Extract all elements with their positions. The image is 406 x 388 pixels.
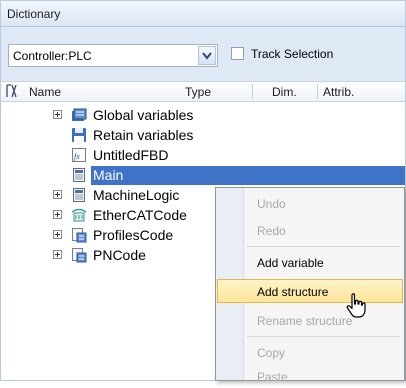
- menu-item-redo[interactable]: Redo: [217, 218, 403, 242]
- tree-item-global-variables[interactable]: Global variables: [1, 106, 405, 125]
- tree-item-label: Retain variables: [93, 127, 194, 143]
- selection-highlight: [91, 166, 405, 185]
- menu-separator: [247, 246, 400, 247]
- program-icon: [73, 168, 85, 182]
- column-header-name[interactable]: Name: [29, 85, 61, 99]
- menu-item-add-structure[interactable]: Add structure: [217, 279, 403, 303]
- track-selection-label: Track Selection: [251, 47, 334, 61]
- program-icon: [73, 188, 85, 202]
- menu-item-label: Add variable: [257, 256, 324, 270]
- dropdown-button[interactable]: [198, 46, 216, 65]
- toolbar: Controller:PLC Track Selection: [1, 27, 405, 81]
- ethercat-icon: [71, 208, 87, 222]
- grid-header: Name Type Dim. Attrib.: [25, 81, 405, 102]
- tree-item-label: UntitledFBD: [93, 147, 169, 163]
- expand-icon[interactable]: [53, 110, 62, 119]
- chevron-down-icon: [202, 52, 212, 60]
- controller-select-value: Controller:PLC: [13, 49, 92, 63]
- menu-item-label: Undo: [257, 197, 286, 211]
- tree-item-retain-variables[interactable]: Retain variables: [1, 126, 405, 145]
- menu-item-label: Rename structure: [257, 314, 353, 328]
- fb-code-icon: [72, 248, 87, 263]
- tree-item-label: EtherCATCode: [93, 207, 187, 223]
- tree-item-label: Global variables: [93, 107, 194, 123]
- menu-item-copy[interactable]: Copy: [217, 340, 403, 364]
- global-variables-icon: [72, 108, 87, 121]
- context-menu: Undo Redo Add variable Add structure Ren…: [215, 187, 405, 384]
- expand-icon[interactable]: [53, 250, 62, 259]
- column-chooser-icon[interactable]: [5, 83, 23, 99]
- menu-item-rename-structure[interactable]: Rename structure: [217, 308, 403, 332]
- fbd-program-icon: fx: [72, 148, 86, 162]
- tree-item-untitledfbd[interactable]: fx UntitledFBD: [1, 146, 405, 165]
- menu-item-undo[interactable]: Undo: [217, 191, 403, 215]
- column-header-dim[interactable]: Dim.: [272, 85, 297, 99]
- controller-select[interactable]: Controller:PLC: [8, 44, 218, 67]
- fb-code-icon: [72, 228, 87, 243]
- tree-item-label: PNCode: [93, 247, 146, 263]
- column-header-type[interactable]: Type: [185, 85, 211, 99]
- save-disk-icon: [72, 128, 86, 142]
- menu-item-label: Copy: [257, 346, 286, 360]
- expand-icon[interactable]: [53, 210, 62, 219]
- menu-item-label: Redo: [257, 224, 286, 238]
- panel-title: Dictionary: [1, 1, 405, 27]
- menu-separator: [247, 336, 400, 337]
- column-separator[interactable]: [252, 84, 253, 99]
- tree-item-label: MachineLogic: [93, 187, 180, 203]
- menu-item-label: Paste: [257, 370, 288, 384]
- svg-text:fx: fx: [74, 152, 80, 161]
- menu-item-add-variable[interactable]: Add variable: [217, 250, 403, 274]
- menu-item-paste[interactable]: Paste: [217, 364, 403, 388]
- column-separator[interactable]: [317, 84, 318, 99]
- track-selection-checkbox[interactable]: [231, 47, 244, 60]
- tree-item-label: ProfilesCode: [93, 227, 174, 243]
- tree-item-main[interactable]: Main: [1, 166, 405, 185]
- menu-item-label: Add structure: [257, 285, 329, 299]
- hand-pointer-cursor-icon: [346, 293, 366, 318]
- column-header-attrib[interactable]: Attrib.: [323, 85, 354, 99]
- expand-icon[interactable]: [53, 230, 62, 239]
- expand-icon[interactable]: [53, 190, 62, 199]
- tree-item-label: Main: [93, 167, 124, 183]
